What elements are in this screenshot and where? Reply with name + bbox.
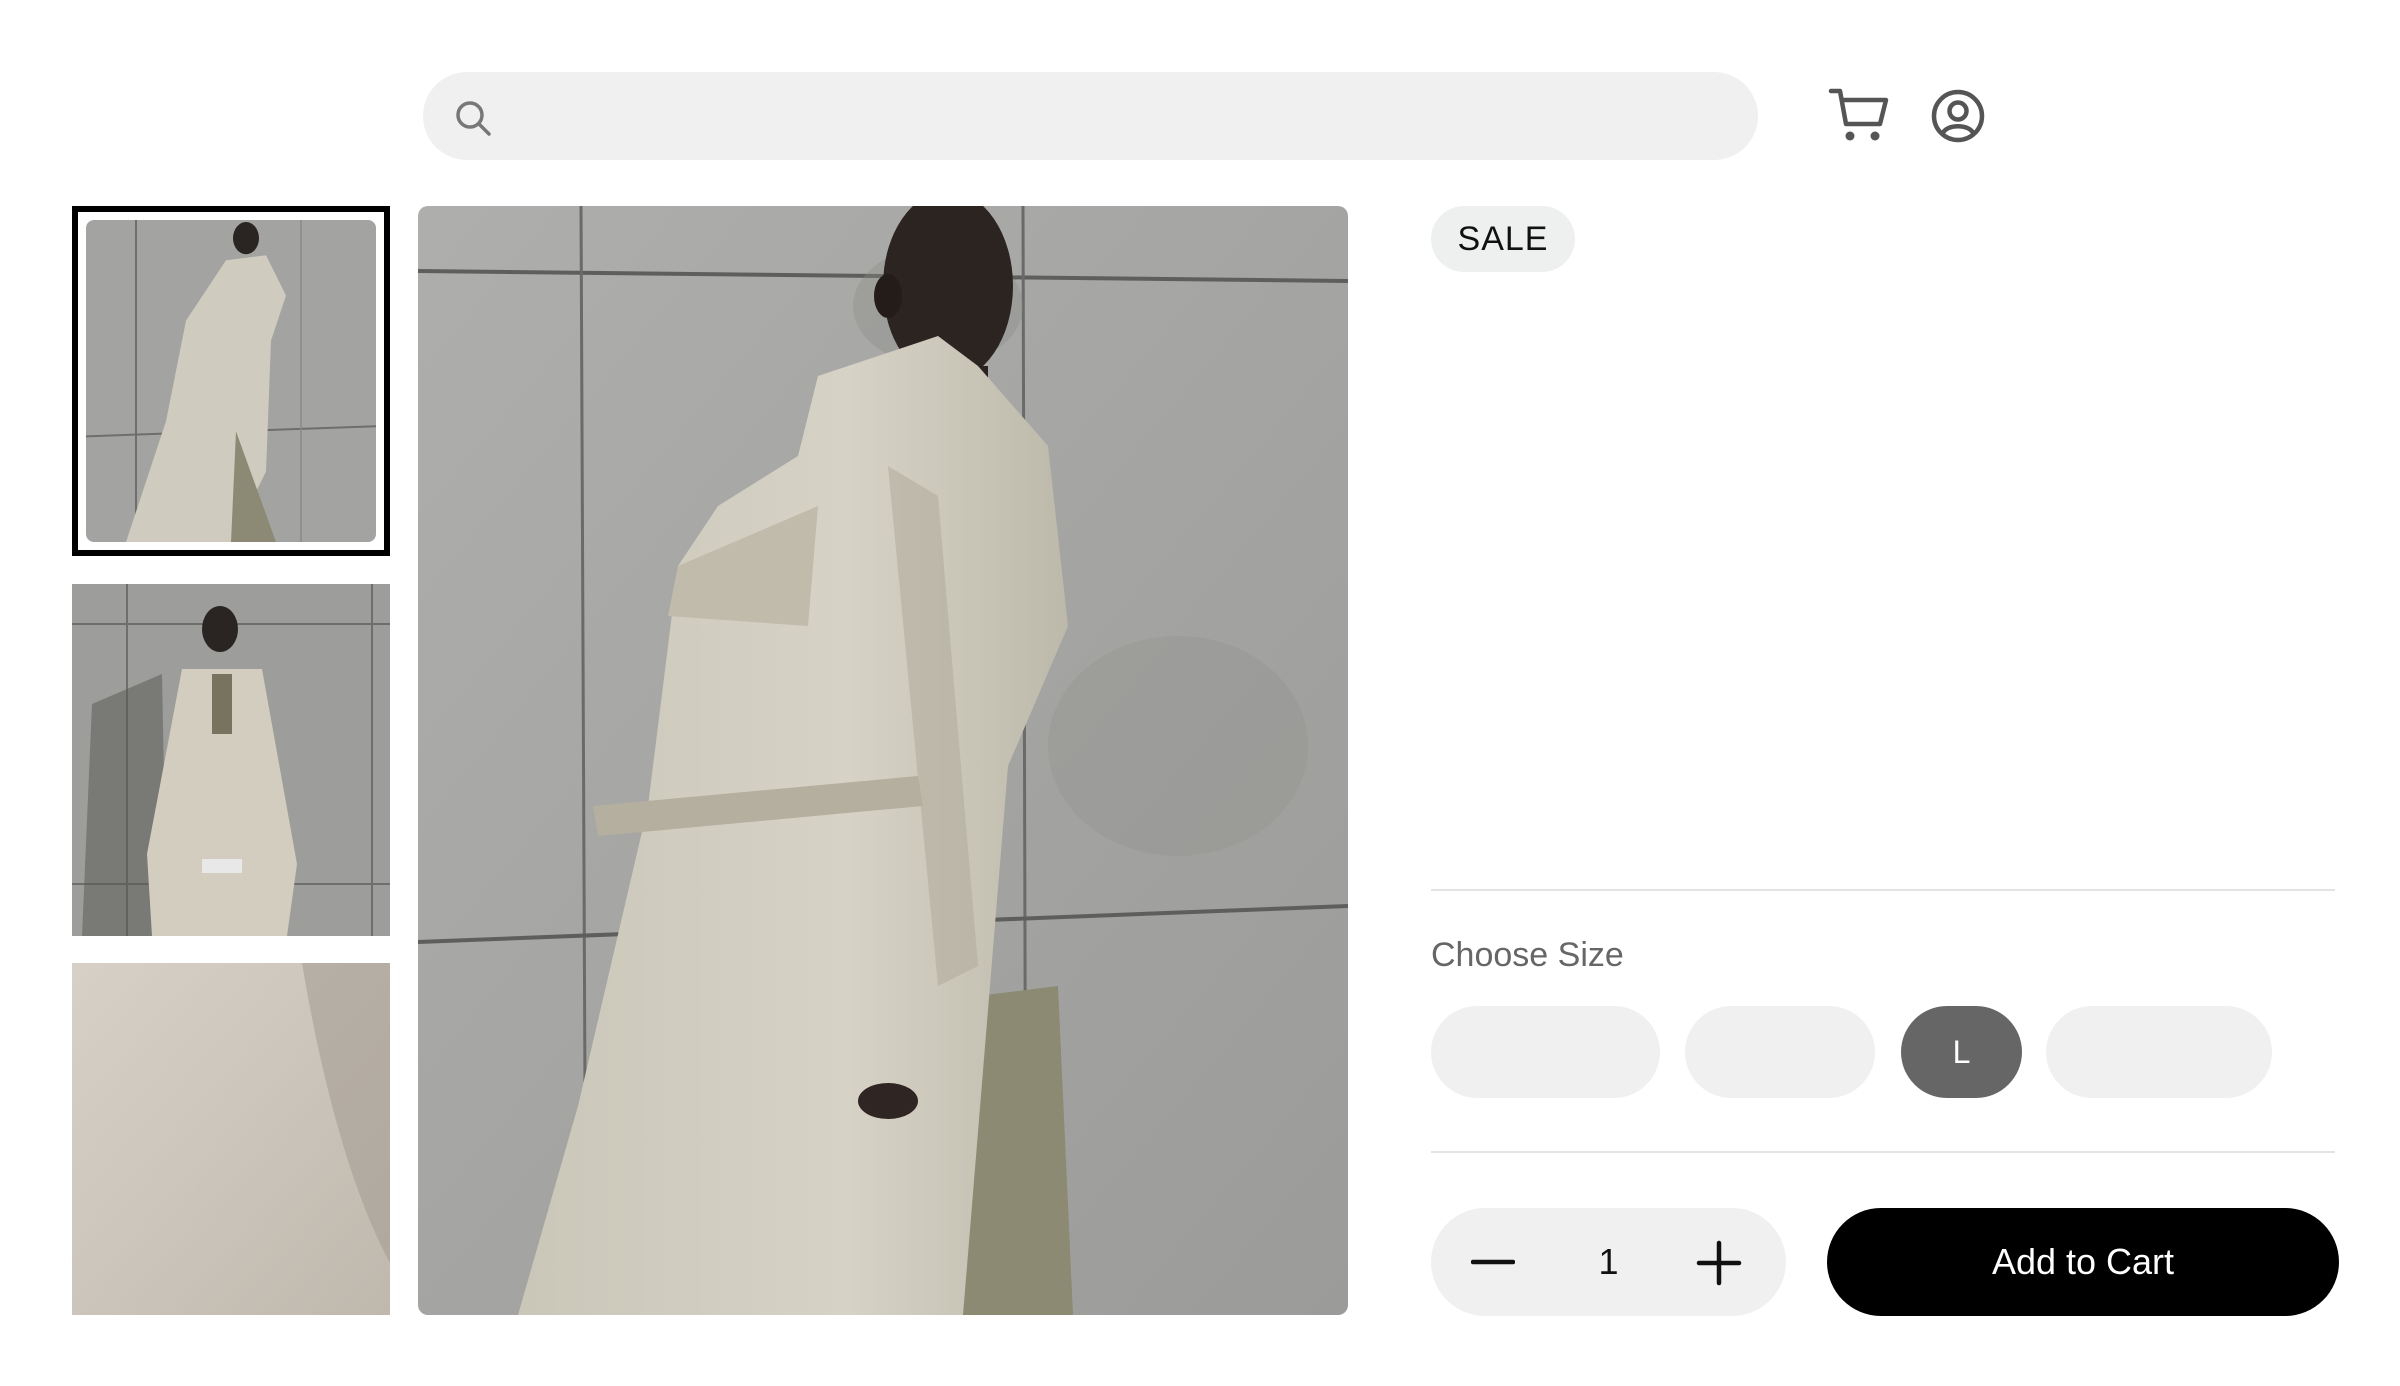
thumbnail-2[interactable] <box>72 584 390 936</box>
thumbnail-1[interactable] <box>72 206 390 556</box>
main-product-image <box>418 206 1348 1315</box>
add-to-cart-button[interactable]: Add to Cart <box>1827 1208 2339 1316</box>
size-option-l[interactable]: L <box>1901 1006 2022 1098</box>
quantity-stepper[interactable]: 1 <box>1431 1208 1786 1316</box>
thumbnail-2-image <box>72 584 390 936</box>
thumbnail-3-image <box>72 963 390 1315</box>
size-option-2[interactable] <box>1685 1006 1875 1098</box>
minus-icon[interactable] <box>1471 1242 1515 1282</box>
plus-icon[interactable] <box>1696 1240 1742 1286</box>
divider <box>1431 1151 2335 1153</box>
search-bar[interactable] <box>423 72 1758 162</box>
thumbnail-1-image <box>86 220 376 542</box>
thumbnail-3[interactable] <box>72 963 390 1315</box>
cart-icon[interactable] <box>1828 86 1890 144</box>
size-label: Choose Size <box>1431 936 1624 974</box>
quantity-value: 1 <box>1598 1241 1619 1282</box>
account-icon[interactable] <box>1930 88 1986 144</box>
divider <box>1431 889 2335 891</box>
size-option-4[interactable] <box>2046 1006 2272 1098</box>
size-option-1[interactable] <box>1431 1006 1660 1098</box>
search-input[interactable] <box>513 72 1737 162</box>
search-icon <box>456 101 491 136</box>
sale-badge: SALE <box>1431 206 1575 272</box>
